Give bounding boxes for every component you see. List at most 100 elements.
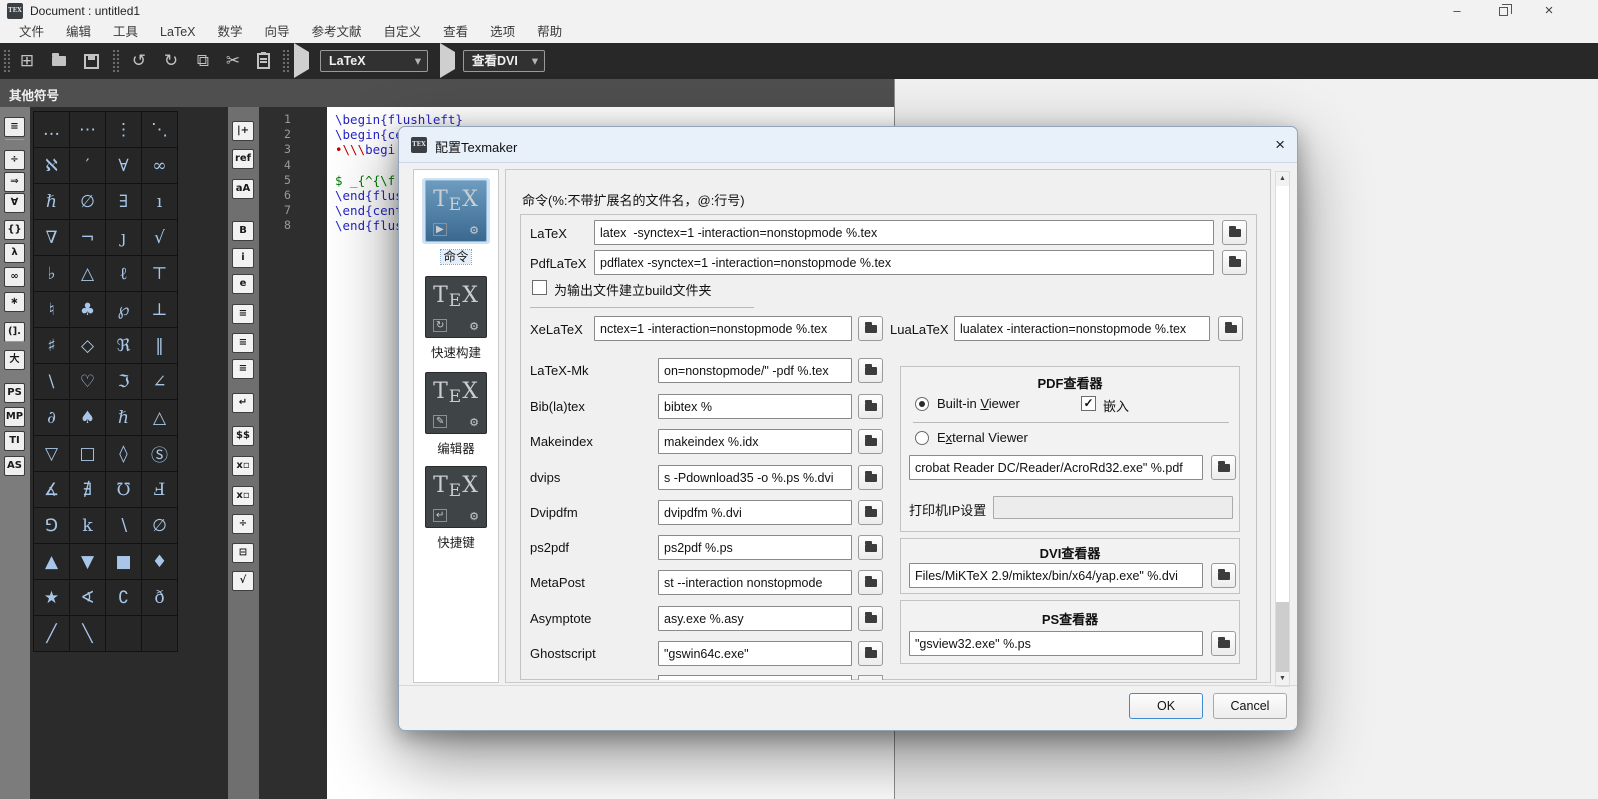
math-mode-tool[interactable]: $$ [232, 426, 254, 446]
symbol-cell[interactable]: ∡ [34, 472, 69, 507]
browse-button[interactable] [1211, 563, 1236, 588]
pdf-viewer-path-input[interactable] [909, 455, 1203, 480]
menu-item-user[interactable]: 自定义 [373, 22, 433, 43]
dialog-close-button[interactable]: × [1275, 135, 1285, 155]
align-left-tool[interactable]: ≡ [232, 304, 254, 324]
symbol-cell[interactable]: k [70, 508, 105, 543]
symbol-cell[interactable]: ◊ [106, 436, 141, 471]
menu-item-bibliography[interactable]: 参考文献 [301, 22, 373, 43]
menu-item-options[interactable]: 选项 [479, 22, 526, 43]
superscript-tool[interactable]: x▫ [232, 486, 254, 506]
close-button[interactable]: × [1532, 0, 1566, 22]
symbol-cell[interactable]: ℜ [106, 328, 141, 363]
browse-button[interactable] [858, 641, 883, 666]
toolbar-grip[interactable] [3, 49, 10, 73]
paste-button[interactable] [250, 48, 276, 74]
menu-item-wizard[interactable]: 向导 [254, 22, 301, 43]
browse-button[interactable] [858, 465, 883, 490]
emph-tool[interactable]: e [232, 274, 254, 294]
external-viewer-radio[interactable] [915, 431, 929, 445]
symbol-cell[interactable]: Ⓢ [142, 436, 177, 471]
symbol-cell[interactable] [106, 616, 141, 651]
symbol-cell[interactable]: ℓ [106, 256, 141, 291]
xelatex-command-input[interactable] [594, 316, 852, 341]
browse-button[interactable] [858, 316, 883, 341]
symbol-cell[interactable]: ★ [34, 580, 69, 615]
symbol-cell[interactable]: ⋱ [142, 112, 177, 147]
label-ref-tool[interactable]: ref [232, 149, 254, 169]
browse-button[interactable] [858, 358, 883, 383]
symbol-cell[interactable]: ⊥ [142, 292, 177, 327]
lualatex-command-input[interactable] [954, 316, 1210, 341]
cancel-button[interactable]: Cancel [1213, 693, 1287, 719]
symbol-cell[interactable]: ℧ [106, 472, 141, 507]
symbol-cell[interactable]: ♣ [70, 292, 105, 327]
browse-button[interactable] [1211, 455, 1236, 480]
browse-button[interactable] [858, 570, 883, 595]
newline-tool[interactable]: ↵ [232, 393, 254, 413]
symbol-cell[interactable]: Ⅎ [142, 472, 177, 507]
browse-button[interactable] [1222, 220, 1247, 245]
view-select[interactable]: 查看DVI ▾ [463, 50, 545, 72]
browse-button[interactable] [858, 394, 883, 419]
delimiters-tab[interactable]: {} [4, 220, 25, 240]
redo-button[interactable]: ↻ [158, 48, 184, 74]
browse-button[interactable] [1222, 250, 1247, 275]
symbol-cell[interactable]: ⅁ [34, 508, 69, 543]
symbol-cell[interactable]: ■ [106, 544, 141, 579]
symbol-cell[interactable]: ∖ [106, 508, 141, 543]
toolbar-grip[interactable] [112, 49, 119, 73]
symbol-cell[interactable]: ∅ [70, 184, 105, 219]
embed-checkbox[interactable]: ✓ [1081, 396, 1096, 411]
clipped-command-input[interactable] [658, 675, 852, 680]
menu-item-tools[interactable]: 工具 [102, 22, 149, 43]
run-view-button[interactable] [440, 43, 455, 78]
toolbar-grip[interactable] [282, 49, 289, 73]
printer-ip-input[interactable] [993, 496, 1233, 519]
new-file-button[interactable]: ⊞ [14, 48, 40, 74]
insert-tool[interactable]: |+ [232, 121, 254, 141]
menu-item-view[interactable]: 查看 [432, 22, 479, 43]
symbol-cell[interactable]: ∁ [106, 580, 141, 615]
symbol-cell[interactable]: ♦ [142, 544, 177, 579]
scroll-up-icon[interactable]: ▲ [1276, 172, 1289, 186]
save-file-button[interactable] [78, 48, 104, 74]
symbol-cell[interactable]: ∄ [70, 472, 105, 507]
clipped-browse-button[interactable] [858, 675, 883, 680]
italic-tool[interactable]: i [232, 248, 254, 268]
symbol-cell[interactable]: ȷ [106, 220, 141, 255]
symbol-cell[interactable]: ⊤ [142, 256, 177, 291]
symbol-cell[interactable]: ∅ [142, 508, 177, 543]
pstricks-tab[interactable]: PS [4, 383, 25, 403]
dvipdfm-command-input[interactable] [658, 500, 852, 525]
scrollbar-thumb[interactable] [1276, 602, 1289, 674]
dialog-scrollbar[interactable]: ▲ ▼ [1275, 171, 1290, 687]
stacked-fraction-tool[interactable]: ⊟ [232, 543, 254, 563]
tikz-tab[interactable]: TI [4, 431, 25, 451]
ps2pdf-command-input[interactable] [658, 535, 852, 560]
dvi-viewer-path-input[interactable] [909, 563, 1203, 588]
restore-button[interactable] [1486, 0, 1520, 22]
symbol-cell[interactable]: ▼ [70, 544, 105, 579]
greek-letters-tab[interactable]: λ [4, 243, 25, 263]
symbol-cell[interactable]: ♮ [34, 292, 69, 327]
pdflatex-command-input[interactable] [594, 250, 1214, 275]
browse-button[interactable] [1211, 631, 1236, 656]
metapost-tab[interactable]: MP [4, 407, 25, 427]
symbol-cell[interactable]: ⋮ [106, 112, 141, 147]
ghostscript-command-input[interactable] [658, 641, 852, 666]
symbol-cell[interactable]: ♡ [70, 364, 105, 399]
symbol-cell[interactable]: \ [34, 364, 69, 399]
browse-button[interactable] [1218, 316, 1243, 341]
symbol-cell[interactable]: ℏ [106, 400, 141, 435]
fraction-tool[interactable]: ÷ [232, 514, 254, 534]
symbol-cell[interactable]: △ [70, 256, 105, 291]
sqrt-tool[interactable]: √ [232, 571, 254, 591]
symbol-cell[interactable]: ′ [70, 148, 105, 183]
symbol-cell[interactable]: ∇ [34, 220, 69, 255]
symbol-cell[interactable]: ¬ [70, 220, 105, 255]
compile-select[interactable]: LaTeX ▾ [320, 50, 428, 72]
subscript-tool[interactable]: x▫ [232, 456, 254, 476]
latex-mk-command-input[interactable] [658, 358, 852, 383]
bold-tool[interactable]: B [232, 221, 254, 241]
